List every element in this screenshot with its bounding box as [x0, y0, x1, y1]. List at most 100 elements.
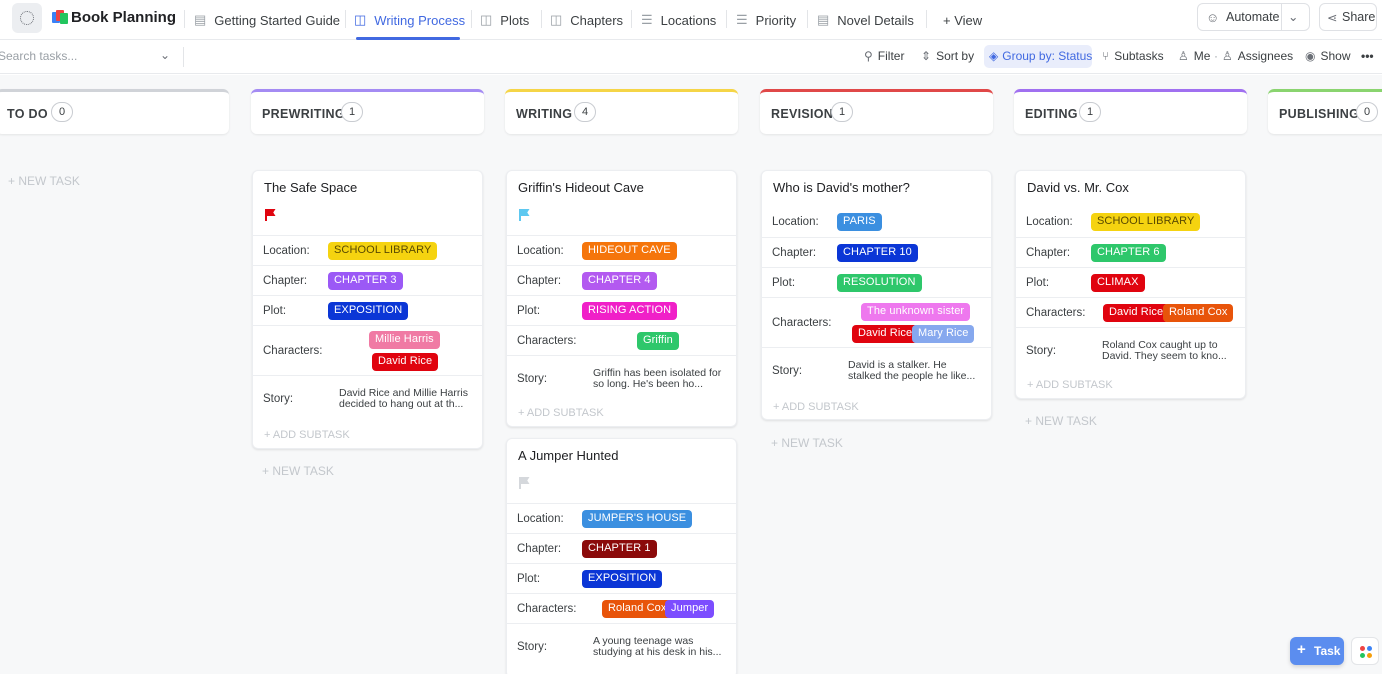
column-header-editing[interactable]: EDITING 1 [1014, 89, 1247, 134]
character-tag[interactable]: David Rice [852, 325, 919, 343]
tab-priority[interactable]: ☰ Priority [736, 0, 796, 40]
task-card-who-is-davids-mother[interactable]: Who is David's mother? Location: PARIS C… [761, 170, 992, 420]
chapter-tag[interactable]: CHAPTER 1 [582, 540, 657, 558]
chevron-down-icon[interactable]: ⌄ [1288, 9, 1298, 24]
doc-icon: ▤ [817, 12, 830, 27]
task-card-the-safe-space[interactable]: The Safe Space Location: SCHOOL LIBRARY … [252, 170, 483, 449]
column-header-revision[interactable]: REVISION 1 [760, 89, 993, 134]
task-title[interactable]: A Jumper Hunted [518, 448, 618, 463]
location-tag[interactable]: JUMPER'S HOUSE [582, 510, 693, 528]
new-task-button[interactable]: + NEW TASK [8, 174, 80, 188]
subtasks-button[interactable]: ⑂ Subtasks [1102, 49, 1164, 63]
character-tag[interactable]: Roland Cox [602, 600, 673, 618]
tab-getting-started-guide[interactable]: ▤ Getting Started Guide [194, 0, 340, 40]
add-subtask-button[interactable]: + ADD SUBTASK [1027, 379, 1113, 391]
character-tag[interactable]: Griffin [637, 332, 679, 350]
robot-icon: ☺ [1206, 10, 1220, 25]
task-title[interactable]: Griffin's Hideout Cave [518, 180, 644, 195]
chapter-tag[interactable]: CHAPTER 10 [837, 244, 918, 262]
apps-icon[interactable] [1351, 637, 1379, 665]
location-tag[interactable]: SCHOOL LIBRARY [1091, 213, 1201, 231]
app-title[interactable]: Book Planning [71, 9, 176, 26]
character-tag[interactable]: David Rice [1103, 304, 1170, 322]
location-tag[interactable]: PARIS [837, 213, 882, 231]
column-count: 1 [831, 102, 853, 122]
assignees-button[interactable]: ♙ Assignees [1222, 49, 1293, 63]
add-subtask-button[interactable]: + ADD SUBTASK [773, 401, 859, 413]
plot-field: Plot: RESOLUTION [762, 267, 991, 297]
story-text: David is a stalker. He stalked the peopl… [848, 360, 976, 381]
add-subtask-button[interactable]: + ADD SUBTASK [518, 407, 604, 419]
character-tag[interactable]: Mary Rice [912, 325, 975, 343]
add-view-button[interactable]: + View [943, 0, 982, 40]
character-tag[interactable]: Millie Harris [369, 331, 440, 349]
add-subtask-button[interactable]: + ADD SUBTASK [264, 429, 350, 441]
tab-locations[interactable]: ☰ Locations [641, 0, 716, 40]
chapter-tag[interactable]: CHAPTER 4 [582, 272, 657, 290]
column-header-publishing[interactable]: PUBLISHING 0 [1268, 89, 1382, 134]
person-icon: ♙ [1178, 49, 1189, 63]
add-task-button[interactable]: + Task [1290, 637, 1344, 665]
characters-field: Characters: Millie Harris David Rice [253, 325, 482, 375]
plot-tag[interactable]: RESOLUTION [837, 274, 922, 292]
task-title[interactable]: David vs. Mr. Cox [1027, 180, 1129, 195]
tab-chapters[interactable]: ◫ Chapters [550, 0, 623, 40]
story-field: Story: David Rice and Millie Harris deci… [253, 375, 482, 419]
plot-tag[interactable]: CLIMAX [1091, 274, 1145, 292]
column-header-prewriting[interactable]: PREWRITING 1 [251, 89, 484, 134]
tab-novel-details[interactable]: ▤ Novel Details [817, 0, 914, 40]
share-icon: ⋖ [1327, 11, 1338, 25]
task-card-griffins-hideout-cave[interactable]: Griffin's Hideout Cave Location: HIDEOUT… [506, 170, 737, 427]
filter-button[interactable]: ⚲ Filter [864, 49, 904, 63]
flag-icon[interactable] [265, 209, 277, 221]
share-button[interactable]: ⋖ Share [1319, 3, 1377, 31]
column-header-writing[interactable]: WRITING 4 [505, 89, 738, 134]
group-by-button[interactable]: ◈ Group by: Status [984, 45, 1092, 68]
automate-label: Automate [1226, 10, 1280, 24]
task-title[interactable]: The Safe Space [264, 180, 357, 195]
board-icon: ◫ [550, 12, 563, 27]
character-tag[interactable]: Jumper [665, 600, 715, 618]
character-tag[interactable]: David Rice [372, 353, 439, 371]
chapter-tag[interactable]: CHAPTER 6 [1091, 244, 1166, 262]
show-button[interactable]: ◉ Show [1305, 49, 1351, 63]
new-task-button[interactable]: + NEW TASK [1025, 414, 1097, 428]
character-tag[interactable]: Roland Cox [1163, 304, 1234, 322]
story-text: Griffin has been isolated for so long. H… [593, 368, 722, 389]
tab-writing-process[interactable]: ◫ Writing Process [354, 0, 465, 40]
task-card-david-vs-mr-cox[interactable]: David vs. Mr. Cox Location: SCHOOL LIBRA… [1015, 170, 1246, 399]
task-card-a-jumper-hunted[interactable]: A Jumper Hunted Location: JUMPER'S HOUSE… [506, 438, 737, 674]
plot-tag[interactable]: EXPOSITION [328, 302, 409, 320]
characters-field: Characters: Roland Cox Jumper [507, 593, 736, 623]
plot-tag[interactable]: RISING ACTION [582, 302, 678, 320]
search-input[interactable]: Search tasks... [0, 49, 77, 63]
location-tag[interactable]: SCHOOL LIBRARY [328, 242, 438, 260]
column-title: EDITING [1025, 107, 1078, 121]
flag-icon[interactable] [519, 209, 531, 221]
chapter-tag[interactable]: CHAPTER 3 [328, 272, 403, 290]
chevron-down-icon[interactable]: ⌄ [160, 48, 170, 62]
board-icon: ◫ [354, 12, 367, 27]
more-options-icon[interactable]: ••• [1361, 49, 1374, 63]
new-task-button[interactable]: + NEW TASK [262, 464, 334, 478]
new-task-button[interactable]: + NEW TASK [771, 436, 843, 450]
column-header-to-do[interactable]: TO DO 0 [0, 89, 229, 134]
plot-field: Plot: EXPOSITION [507, 563, 736, 593]
tab-plots[interactable]: ◫ Plots [480, 0, 529, 40]
column-title: PUBLISHING [1279, 107, 1360, 121]
flag-icon[interactable] [519, 477, 531, 489]
task-title[interactable]: Who is David's mother? [773, 180, 910, 195]
characters-field: Characters: David Rice Roland Cox [1016, 297, 1245, 327]
column-count: 1 [341, 102, 363, 122]
sort-button[interactable]: ⇕ Sort by [921, 49, 974, 63]
eye-icon: ◉ [1305, 49, 1316, 63]
chapter-field: Chapter: CHAPTER 3 [253, 265, 482, 295]
location-tag[interactable]: HIDEOUT CAVE [582, 242, 677, 260]
plot-tag[interactable]: EXPOSITION [582, 570, 663, 588]
automate-button[interactable]: ☺ Automate ⌄ [1197, 3, 1310, 31]
chapter-field: Chapter: CHAPTER 10 [762, 237, 991, 267]
character-tag[interactable]: The unknown sister [861, 303, 971, 321]
loading-spinner-icon[interactable] [12, 3, 42, 33]
chapter-field: Chapter: CHAPTER 4 [507, 265, 736, 295]
me-button[interactable]: ♙ Me [1178, 49, 1210, 63]
